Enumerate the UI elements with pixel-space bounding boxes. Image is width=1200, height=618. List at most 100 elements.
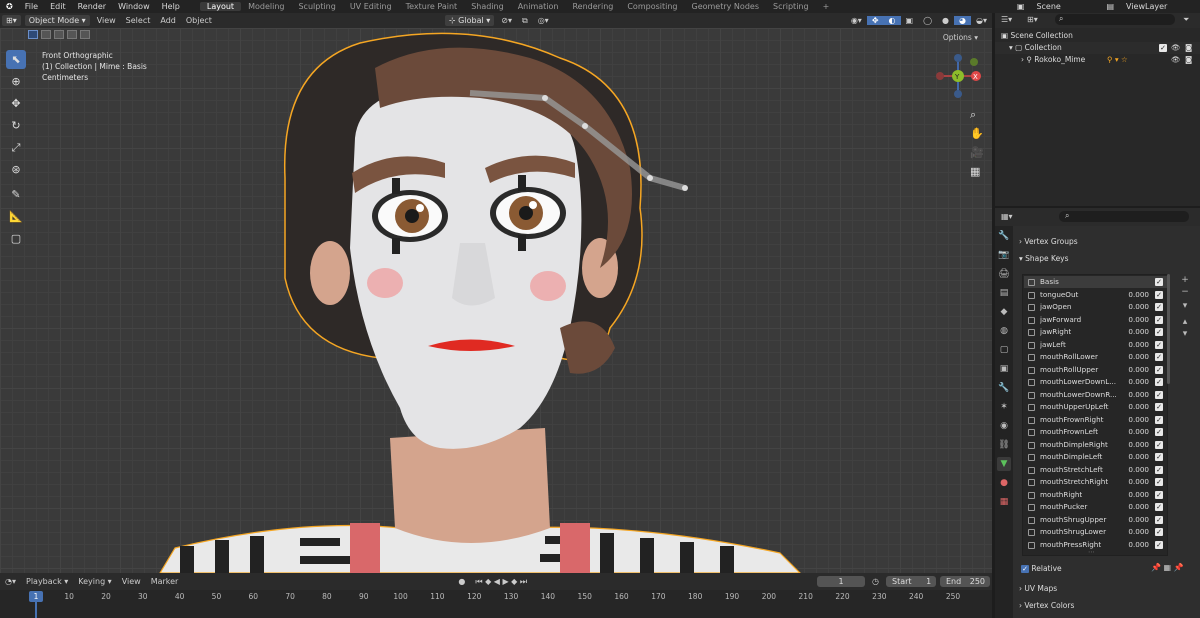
vertex-colors-section[interactable]: › Vertex Colors: [1019, 601, 1074, 610]
tab-layout[interactable]: Layout: [199, 2, 242, 11]
list-resize-handle[interactable]: ⋯: [1088, 548, 1095, 556]
shading-rendered-icon[interactable]: ◒▾: [971, 16, 992, 25]
shape-key-value[interactable]: 0.000: [1119, 326, 1149, 338]
shape-key-value[interactable]: 0.000: [1119, 439, 1149, 451]
shape-key-mute-checkbox[interactable]: ✓: [1155, 328, 1163, 336]
list-item[interactable]: jawLeft 0.000 ✓: [1024, 339, 1167, 351]
outliner-editor-icon[interactable]: ☰▾: [1001, 15, 1012, 24]
object-row[interactable]: › ⚲ Rokoko_Mime ⚲ ▾ ☆ 👁 ◙: [995, 54, 1200, 66]
ortho-grid-icon[interactable]: ▦: [970, 162, 984, 181]
tab-modeling[interactable]: Modeling: [241, 2, 291, 11]
shape-key-value[interactable]: 0.000: [1119, 501, 1149, 513]
list-scrollbar[interactable]: [1167, 274, 1170, 384]
list-item[interactable]: mouthRight 0.000 ✓: [1024, 489, 1167, 501]
menu-window[interactable]: Window: [112, 2, 156, 11]
menu-playback[interactable]: Playback ▾: [21, 577, 73, 586]
shape-key-value[interactable]: 0.000: [1119, 451, 1149, 463]
visibility-icon[interactable]: ◉▾: [846, 16, 867, 25]
shape-key-value[interactable]: 0.000: [1119, 476, 1149, 488]
list-item[interactable]: mouthLowerDownR... 0.000 ✓: [1024, 389, 1167, 401]
vertex-groups-section[interactable]: › Vertex Groups: [1019, 237, 1078, 246]
view-layer-tab-icon[interactable]: ▤: [997, 286, 1011, 300]
shape-key-mute-checkbox[interactable]: ✓: [1155, 490, 1163, 499]
shape-key-mute-checkbox[interactable]: ✓: [1155, 528, 1163, 536]
shape-key-mute-checkbox[interactable]: ✓: [1155, 440, 1163, 449]
shape-keys-list[interactable]: Basis ✓ tongueOut 0.000 ✓ jawOpen 0.000 ✓ jawF…: [1022, 274, 1168, 556]
list-item[interactable]: mouthRollLower 0.000 ✓: [1024, 351, 1167, 363]
shape-key-mute-checkbox[interactable]: ✓: [1155, 278, 1163, 286]
pivot-icon[interactable]: ⊘▾: [496, 16, 517, 25]
tab-shading[interactable]: Shading: [464, 2, 511, 11]
timeline-ruler[interactable]: 1 10 20 30 40 50 60 70 80 90 100 110 120 130 140 150 160…: [0, 590, 992, 618]
list-item[interactable]: mouthStretchRight 0.000 ✓: [1024, 476, 1167, 488]
shape-key-mute-checkbox[interactable]: ✓: [1155, 428, 1163, 436]
shape-key-mute-checkbox[interactable]: ✓: [1155, 290, 1163, 299]
pan-hand-icon[interactable]: ✋: [970, 124, 984, 143]
end-frame-field[interactable]: End 250: [940, 576, 990, 587]
menu-select[interactable]: Select: [121, 16, 156, 25]
3d-viewport[interactable]: ⬉ ⊕ ✥ ↻ ⤢ ⊛ ✎ 📐 ▢ Front Orthographic (1)…: [0, 28, 992, 573]
shape-key-value[interactable]: 0.000: [1119, 339, 1149, 351]
list-item[interactable]: mouthLowerDownL... 0.000 ✓: [1024, 376, 1167, 388]
world-tab-icon[interactable]: ◍: [997, 324, 1011, 338]
shape-key-value[interactable]: 0.000: [1119, 389, 1149, 401]
render-tab-icon[interactable]: 📷: [997, 248, 1011, 262]
tool-tab-icon[interactable]: 🔧: [997, 229, 1011, 243]
playback-controls-icon[interactable]: ⏮ ◆ ◀ ▶ ◆ ⏭: [470, 577, 532, 587]
tab-uv-editing[interactable]: UV Editing: [343, 2, 399, 11]
zoom-icon[interactable]: ⌕: [970, 105, 984, 124]
list-item[interactable]: mouthRollUpper 0.000 ✓: [1024, 364, 1167, 376]
properties-editor-icon[interactable]: ▦▾: [1001, 212, 1013, 221]
shading-wireframe-icon[interactable]: ◯: [918, 16, 937, 25]
collection-include-checkbox[interactable]: ✓: [1159, 44, 1167, 52]
gizmo-toggle-icon[interactable]: ✥: [866, 16, 884, 25]
overlay-toggle-icon[interactable]: ◐: [883, 16, 901, 25]
constraints-tab-icon[interactable]: ⛓: [997, 438, 1011, 452]
view-layer-selector[interactable]: ViewLayer: [1120, 2, 1200, 11]
expand-arrow-icon[interactable]: ▾: [1009, 43, 1013, 52]
expand-arrow-icon[interactable]: ›: [1021, 55, 1024, 64]
shape-key-mute-checkbox[interactable]: ✓: [1155, 453, 1163, 461]
shape-key-value[interactable]: 0.000: [1119, 464, 1149, 476]
collection-tab-icon[interactable]: ▢: [997, 343, 1011, 357]
list-item[interactable]: jawRight 0.000 ✓: [1024, 326, 1167, 338]
shape-key-mute-checkbox[interactable]: ✓: [1155, 515, 1163, 524]
menu-view[interactable]: View: [92, 16, 121, 25]
shape-key-mute-checkbox[interactable]: ✓: [1155, 340, 1163, 349]
list-item[interactable]: tongueOut 0.000 ✓: [1024, 289, 1167, 301]
xray-toggle-icon[interactable]: ▣: [901, 16, 919, 25]
shading-solid-icon[interactable]: ●: [937, 16, 954, 25]
add-workspace-button[interactable]: +: [816, 2, 837, 11]
shape-key-mute-checkbox[interactable]: ✓: [1155, 540, 1163, 549]
list-item[interactable]: mouthStretchLeft 0.000 ✓: [1024, 464, 1167, 476]
pin-icons[interactable]: 📌 ▦ 📌: [1151, 563, 1184, 572]
shape-key-mute-checkbox[interactable]: ✓: [1155, 315, 1163, 324]
mime-character-model[interactable]: [0, 28, 992, 573]
list-item[interactable]: mouthShrugLower 0.000 ✓: [1024, 526, 1167, 538]
move-up-button[interactable]: ▴: [1179, 316, 1191, 328]
move-down-button[interactable]: ▾: [1179, 328, 1191, 340]
shape-key-value[interactable]: 0.000: [1119, 514, 1149, 526]
shape-key-value[interactable]: 0.000: [1119, 526, 1149, 538]
shape-key-mute-checkbox[interactable]: ✓: [1155, 465, 1163, 474]
menu-add[interactable]: Add: [155, 16, 181, 25]
playhead-line[interactable]: [35, 602, 37, 618]
shape-key-value[interactable]: 0.000: [1119, 289, 1149, 301]
shape-key-value[interactable]: 0.000: [1119, 414, 1149, 426]
camera-icon[interactable]: ◙: [1185, 42, 1192, 54]
shape-key-value[interactable]: 0.000: [1119, 314, 1149, 326]
shape-key-value[interactable]: 0.000: [1119, 426, 1149, 438]
timeline-editor-icon[interactable]: ◔▾: [0, 577, 21, 586]
particles-tab-icon[interactable]: ✶: [997, 400, 1011, 414]
list-item[interactable]: jawOpen 0.000 ✓: [1024, 301, 1167, 313]
remove-shape-key-button[interactable]: −: [1179, 286, 1191, 298]
tab-rendering[interactable]: Rendering: [565, 2, 620, 11]
specials-menu-button[interactable]: ▾: [1179, 300, 1191, 312]
tab-sculpting[interactable]: Sculpting: [291, 2, 342, 11]
snap-icon[interactable]: ⧉: [517, 16, 533, 26]
menu-keying[interactable]: Keying ▾: [73, 577, 116, 586]
shape-key-value[interactable]: 0.000: [1119, 351, 1149, 363]
shape-key-value[interactable]: 0.000: [1119, 364, 1149, 376]
object-tab-icon[interactable]: ▣: [997, 362, 1011, 376]
shape-key-mute-checkbox[interactable]: ✓: [1155, 503, 1163, 511]
